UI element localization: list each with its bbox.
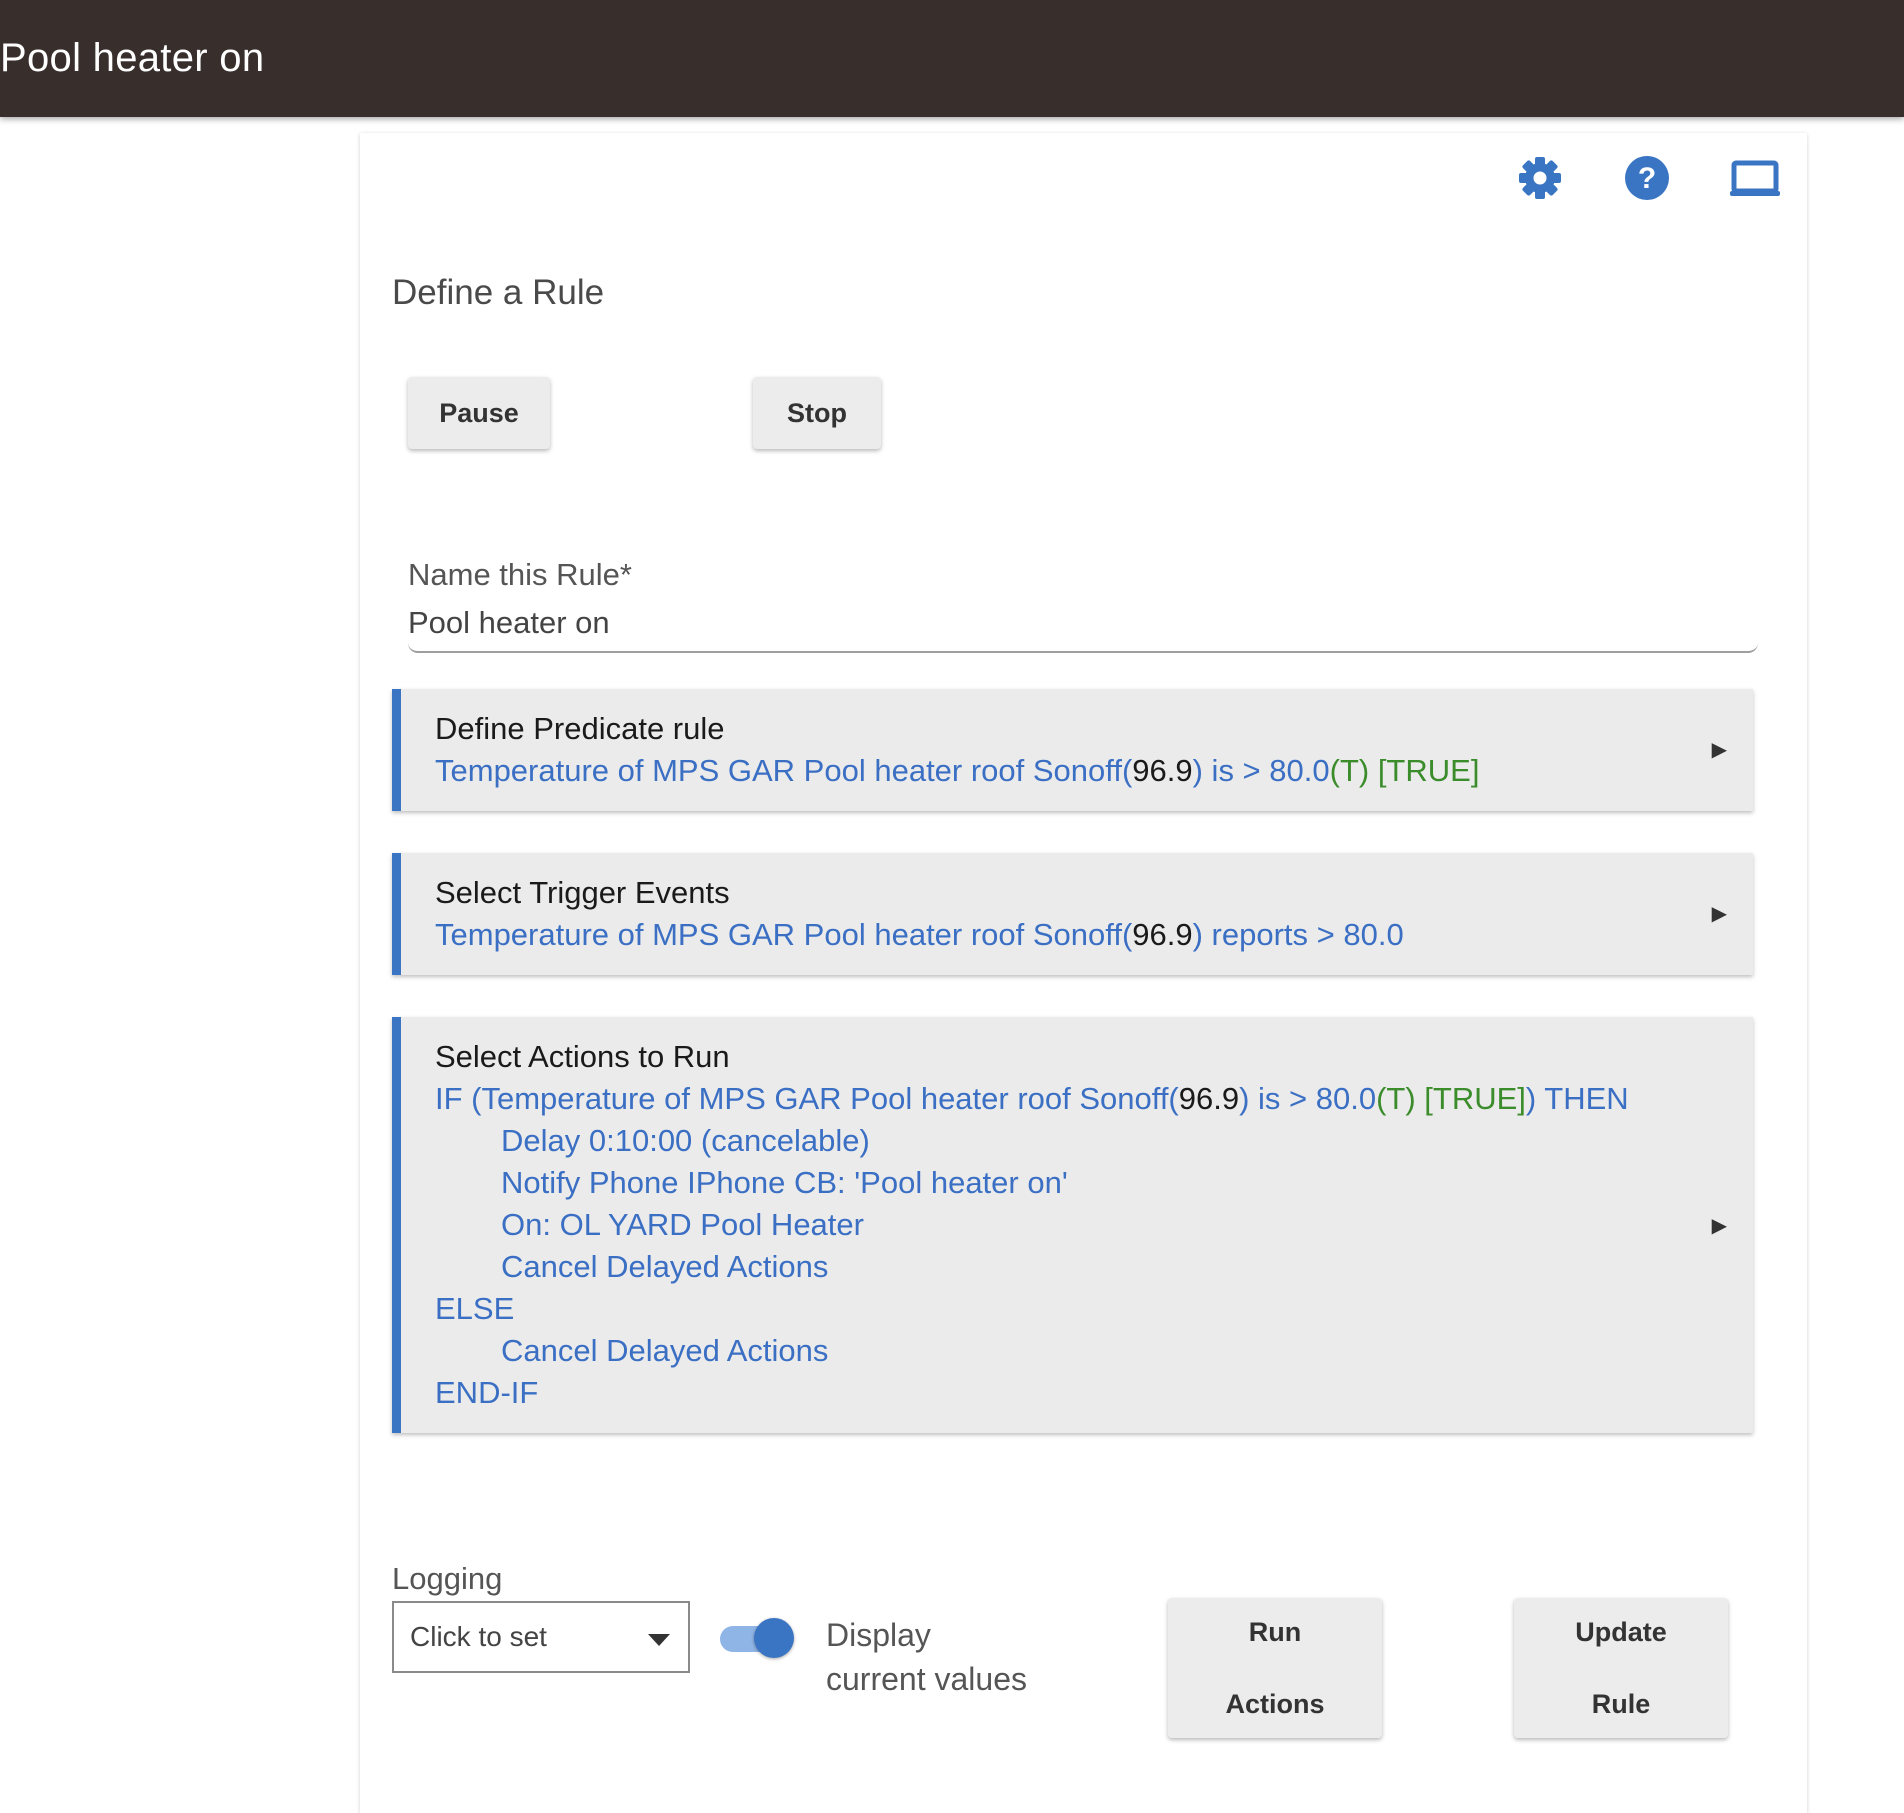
action-item: On: OL YARD Pool Heater xyxy=(501,1207,864,1242)
actions-else-label: ELSE xyxy=(435,1291,515,1326)
predicate-section[interactable]: Define Predicate rule Temperature of MPS… xyxy=(392,689,1753,811)
action-item: Cancel Delayed Actions xyxy=(501,1249,829,1284)
actions-end-label: END-IF xyxy=(435,1375,539,1410)
rule-card: ? Define a Rule Pause Stop Name this Rul… xyxy=(360,133,1807,1813)
rule-name-input[interactable] xyxy=(408,595,1758,653)
top-bar: Pool heater on xyxy=(0,0,1904,117)
predicate-condition: Temperature of MPS GAR Pool heater roof … xyxy=(435,753,1480,788)
expand-arrow-icon: ▶ xyxy=(1711,739,1727,761)
rule-name-label: Name this Rule* xyxy=(408,557,632,592)
trigger-title: Select Trigger Events xyxy=(435,875,730,910)
page-title: Define a Rule xyxy=(392,273,605,312)
display-icon[interactable] xyxy=(1730,153,1782,203)
stop-button[interactable]: Stop xyxy=(753,377,881,449)
svg-text:?: ? xyxy=(1638,162,1656,195)
expand-arrow-icon: ▶ xyxy=(1711,903,1727,925)
trigger-section[interactable]: Select Trigger Events Temperature of MPS… xyxy=(392,853,1753,975)
action-item: Notify Phone IPhone CB: 'Pool heater on' xyxy=(501,1165,1068,1200)
run-actions-button[interactable]: Run Actions xyxy=(1168,1598,1382,1738)
gear-icon[interactable] xyxy=(1515,153,1565,203)
predicate-title: Define Predicate rule xyxy=(435,711,725,746)
pause-button[interactable]: Pause xyxy=(408,377,550,449)
update-rule-button[interactable]: Update Rule xyxy=(1514,1598,1728,1738)
action-item: Delay 0:10:00 (cancelable) xyxy=(501,1123,870,1158)
actions-section[interactable]: Select Actions to Run IF (Temperature of… xyxy=(392,1017,1753,1433)
app-title: Pool heater on xyxy=(0,36,265,80)
action-item: Cancel Delayed Actions xyxy=(501,1333,829,1368)
trigger-condition: Temperature of MPS GAR Pool heater roof … xyxy=(435,917,1404,952)
logging-select-value: Click to set xyxy=(410,1621,547,1652)
display-values-label: Display current values xyxy=(826,1617,1027,1697)
display-values-toggle[interactable] xyxy=(720,1618,794,1658)
actions-if-line: IF (Temperature of MPS GAR Pool heater r… xyxy=(435,1081,1629,1116)
caret-down-icon xyxy=(648,1633,670,1651)
logging-select[interactable]: Click to set xyxy=(392,1601,690,1673)
actions-title: Select Actions to Run xyxy=(435,1039,730,1074)
toggle-knob xyxy=(754,1618,794,1658)
help-icon[interactable]: ? xyxy=(1622,153,1672,203)
logging-label: Logging xyxy=(392,1561,503,1596)
expand-arrow-icon: ▶ xyxy=(1711,1215,1727,1237)
